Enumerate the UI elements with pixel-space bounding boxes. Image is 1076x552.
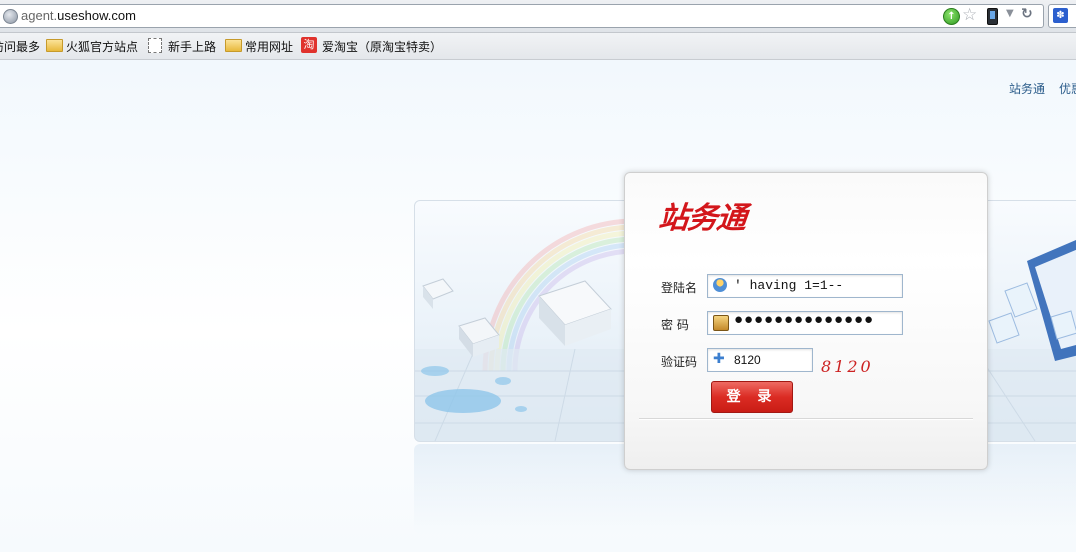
go-arrow-icon[interactable]: ↑ <box>943 8 960 25</box>
bookmark-star-icon[interactable]: ☆ <box>962 5 977 25</box>
page-content: 站务通 优惠 <box>0 60 1076 552</box>
bookmarks-toolbar: 访问最多 火狐官方站点 新手上路 常用网址 淘 爱淘宝（原淘宝特卖） <box>0 33 1076 60</box>
site-logo: 站务通 <box>656 201 748 236</box>
taobao-icon: 淘 <box>301 37 317 53</box>
folder-icon <box>225 39 242 52</box>
folder-icon <box>46 39 63 52</box>
search-box[interactable]: ✽ <box>1048 4 1076 28</box>
captcha-value[interactable]: 8120 <box>734 353 761 367</box>
password-value[interactable]: ●●●●●●●●●●●●●● <box>734 312 874 329</box>
address-text[interactable]: agent.useshow.com <box>21 8 136 23</box>
captcha-image[interactable]: 8120 <box>821 357 874 376</box>
username-value[interactable]: ' having 1=1-- <box>734 278 843 293</box>
password-label: 密 码 <box>661 318 689 332</box>
captcha-label: 验证码 <box>661 355 698 369</box>
page-icon <box>148 38 162 53</box>
lock-icon <box>713 315 729 331</box>
bookmark-getting-started[interactable]: 新手上路 <box>168 38 216 55</box>
reload-icon[interactable]: ↻ <box>1021 6 1033 22</box>
panel-divider <box>639 418 973 420</box>
address-bar[interactable]: agent.useshow.com ↑ ☆ ▼ ↻ <box>0 4 1044 28</box>
bookmark-common-sites[interactable]: 常用网址 <box>245 38 293 55</box>
login-panel: 站务通 登陆名 ' having 1=1-- 密 码 ●●●●●●●●●●●●●… <box>624 172 988 470</box>
username-label: 登陆名 <box>661 281 698 295</box>
bookmark-most-visited[interactable]: 访问最多 <box>0 38 40 55</box>
globe-icon <box>3 9 18 24</box>
bookmark-firefox-official[interactable]: 火狐官方站点 <box>66 38 138 55</box>
captcha-field[interactable]: ✚ 8120 <box>707 348 813 372</box>
baidu-paw-icon[interactable]: ✽ <box>1053 8 1068 23</box>
chevron-down-icon[interactable]: ▼ <box>1006 8 1014 19</box>
password-field[interactable]: ●●●●●●●●●●●●●● <box>707 311 903 335</box>
user-icon <box>713 278 727 292</box>
username-field[interactable]: ' having 1=1-- <box>707 274 903 298</box>
bookmark-ai-taobao[interactable]: 爱淘宝（原淘宝特卖） <box>322 38 442 55</box>
header-link-zhanwutong[interactable]: 站务通 <box>1009 80 1045 97</box>
puzzle-icon: ✚ <box>713 351 725 367</box>
login-button[interactable]: 登 录 <box>711 381 793 413</box>
mobile-icon[interactable] <box>987 8 998 25</box>
header-link-youhui[interactable]: 优惠 <box>1059 80 1076 97</box>
browser-toolbar: agent.useshow.com ↑ ☆ ▼ ↻ ✽ <box>0 0 1076 33</box>
